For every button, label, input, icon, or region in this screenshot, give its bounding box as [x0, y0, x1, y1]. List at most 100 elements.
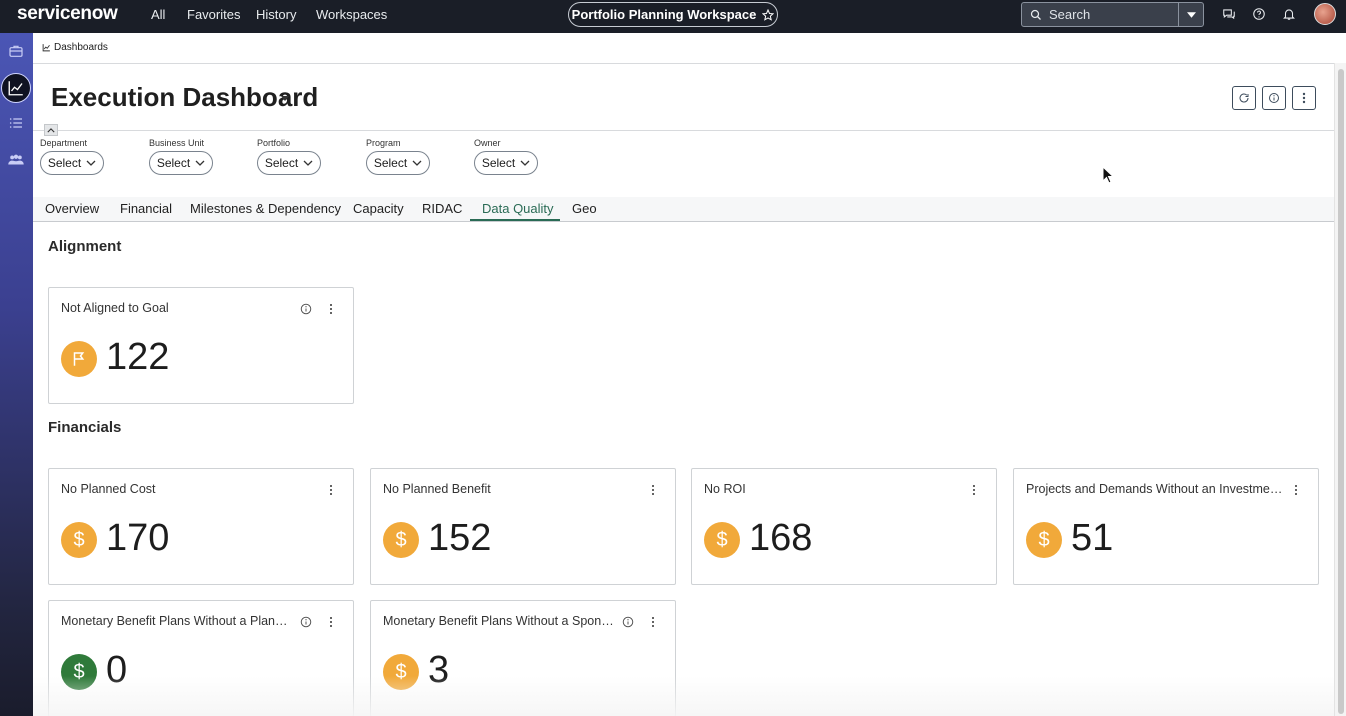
nav-workspaces[interactable]: Workspaces	[316, 7, 387, 22]
owner-select[interactable]: Select	[474, 151, 538, 175]
rail-item-workspace[interactable]	[6, 41, 26, 61]
rail-item-dashboards[interactable]	[1, 73, 31, 103]
search-input[interactable]: Search	[1049, 7, 1178, 22]
caret-down-icon	[1186, 11, 1196, 18]
notification-bell-icon[interactable]	[1282, 7, 1296, 21]
filter-label: Department	[40, 138, 88, 148]
rail-item-teams[interactable]	[6, 150, 26, 170]
left-rail	[0, 33, 33, 716]
select-value: Select	[264, 156, 299, 170]
card-title: Monetary Benefit Plans Without a Sponsor	[383, 614, 615, 628]
chat-icon[interactable]	[1222, 7, 1236, 21]
info-icon	[1269, 93, 1279, 103]
section-title-alignment: Alignment	[48, 238, 122, 255]
tab-financial[interactable]: Financial	[120, 201, 172, 216]
tab-milestones-dependency[interactable]: Milestones & Dependency	[190, 201, 341, 216]
filter-business-unit: Business Unit Select	[149, 138, 213, 175]
filter-program: Program Select	[366, 138, 430, 175]
nav-all[interactable]: All	[151, 7, 165, 22]
business-unit-select[interactable]: Select	[149, 151, 213, 175]
metric-card-no-roi[interactable]: No ROI $ 168	[691, 468, 997, 585]
metric-value: 170	[106, 517, 170, 559]
chevron-down-icon	[195, 160, 205, 166]
filter-department: Department Select	[40, 138, 104, 175]
metric-card-benefit-plans-without-sponsor[interactable]: Monetary Benefit Plans Without a Sponsor…	[370, 600, 676, 716]
portfolio-select[interactable]: Select	[257, 151, 321, 175]
kebab-menu-icon	[1302, 92, 1306, 104]
filter-label: Portfolio	[257, 138, 291, 148]
metric-card-no-planned-cost[interactable]: No Planned Cost $ 170	[48, 468, 354, 585]
chevron-down-icon	[303, 160, 313, 166]
tab-capacity[interactable]: Capacity	[353, 201, 404, 216]
info-icon[interactable]	[300, 303, 312, 315]
filter-label: Owner	[474, 138, 501, 148]
card-title: Not Aligned to Goal	[61, 301, 169, 315]
workspace-title: Portfolio Planning Workspace	[571, 7, 757, 22]
flag-icon	[61, 341, 97, 377]
metric-card-benefit-plans-without-planned[interactable]: Monetary Benefit Plans Without a Planne.…	[48, 600, 354, 716]
metric-card-no-planned-benefit[interactable]: No Planned Benefit $ 152	[370, 468, 676, 585]
card-title: Projects and Demands Without an Investme…	[1026, 482, 1284, 496]
metric-card-not-aligned-to-goal[interactable]: Not Aligned to Goal 122	[48, 287, 354, 404]
card-menu-button[interactable]	[326, 484, 336, 496]
card-menu-button[interactable]	[648, 616, 658, 628]
page-title: Execution Dashboard	[51, 82, 319, 112]
metric-value: 168	[749, 517, 813, 559]
program-select[interactable]: Select	[366, 151, 430, 175]
refresh-button[interactable]	[1232, 86, 1256, 110]
select-value: Select	[156, 156, 191, 170]
dollar-icon: $	[383, 654, 419, 690]
select-value: Select	[373, 156, 408, 170]
chevron-down-icon	[86, 160, 96, 166]
global-search[interactable]: Search	[1021, 2, 1204, 27]
top-navigation-bar: servicenow All Favorites History Workspa…	[0, 0, 1346, 33]
more-options-button[interactable]	[1292, 86, 1316, 110]
dashboard-switcher-caret-icon[interactable]	[281, 96, 289, 101]
chart-breadcrumb-icon	[42, 44, 50, 52]
rail-item-list[interactable]	[6, 113, 26, 133]
card-menu-button[interactable]	[326, 303, 336, 315]
search-icon	[1030, 9, 1041, 20]
metric-value: 152	[428, 517, 492, 559]
workspace-title-pill[interactable]: Portfolio Planning Workspace	[568, 2, 778, 27]
star-icon[interactable]	[762, 8, 775, 21]
chevron-down-icon	[412, 160, 422, 166]
select-value: Select	[47, 156, 82, 170]
tab-geo[interactable]: Geo	[572, 201, 597, 216]
nav-favorites[interactable]: Favorites	[187, 7, 240, 22]
search-scope-dropdown[interactable]	[1178, 3, 1203, 26]
scrollbar-thumb[interactable]	[1338, 69, 1344, 714]
tab-data-quality[interactable]: Data Quality	[482, 201, 554, 216]
select-value: Select	[481, 156, 516, 170]
nav-history[interactable]: History	[256, 7, 296, 22]
collapse-filters-button[interactable]	[44, 124, 58, 136]
dollar-icon: $	[61, 522, 97, 558]
card-title: No Planned Benefit	[383, 482, 491, 496]
department-select[interactable]: Select	[40, 151, 104, 175]
card-title: Monetary Benefit Plans Without a Planne.…	[61, 614, 293, 628]
filter-portfolio: Portfolio Select	[257, 138, 321, 175]
metric-value: 3	[428, 649, 450, 691]
vertical-scrollbar[interactable]	[1334, 63, 1346, 716]
divider	[33, 130, 1334, 131]
card-menu-button[interactable]	[1291, 484, 1301, 496]
dollar-icon: $	[383, 522, 419, 558]
info-icon[interactable]	[622, 616, 634, 628]
info-button[interactable]	[1262, 86, 1286, 110]
breadcrumb-label: Dashboards	[54, 42, 108, 53]
metric-card-without-investment[interactable]: Projects and Demands Without an Investme…	[1013, 468, 1319, 585]
tab-ridac[interactable]: RIDAC	[422, 201, 462, 216]
metric-value: 51	[1071, 517, 1114, 559]
card-menu-button[interactable]	[326, 616, 336, 628]
user-avatar[interactable]	[1314, 3, 1336, 25]
tab-overview[interactable]: Overview	[45, 201, 99, 216]
servicenow-logo[interactable]: servicenow	[17, 3, 118, 25]
dashboard-tabs: Overview Financial Milestones & Dependen…	[33, 197, 1334, 222]
dollar-icon: $	[1026, 522, 1062, 558]
filter-label: Program	[366, 138, 401, 148]
help-icon[interactable]	[1252, 7, 1266, 21]
breadcrumb[interactable]: Dashboards	[42, 42, 108, 53]
card-menu-button[interactable]	[969, 484, 979, 496]
card-menu-button[interactable]	[648, 484, 658, 496]
info-icon[interactable]	[300, 616, 312, 628]
